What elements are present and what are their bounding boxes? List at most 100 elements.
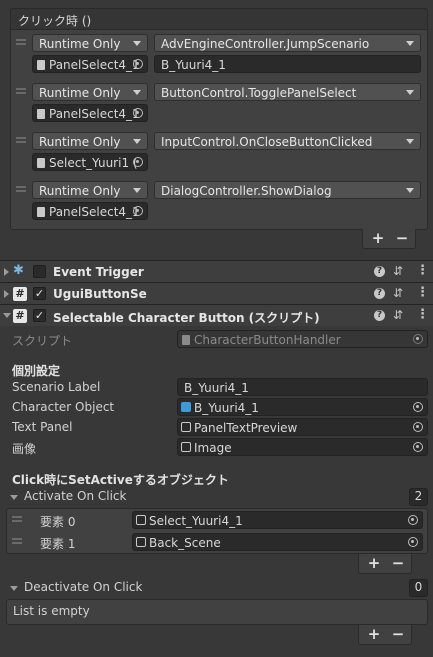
event-add-remove: + − (362, 229, 416, 249)
dropdown-arrow-icon (133, 41, 141, 46)
enable-checkbox[interactable]: ✓ (33, 287, 46, 300)
gameobject-icon (181, 442, 191, 452)
event-header: クリック時 () (10, 8, 428, 30)
enable-checkbox[interactable]: ✓ (33, 309, 46, 322)
gameobject-icon (136, 515, 146, 525)
component-title: UguiButtonSe (53, 287, 147, 301)
menu-icon[interactable]: ⋮ (416, 263, 429, 278)
component-title: Selectable Character Button (スクリプト) (53, 311, 320, 325)
menu-icon[interactable]: ⋮ (416, 307, 429, 322)
foldout-icon[interactable] (4, 290, 9, 298)
presets-icon[interactable]: ⇵ (393, 286, 403, 300)
dropdown-arrow-icon (133, 188, 141, 193)
drag-handle-icon[interactable] (12, 516, 22, 522)
function-dropdown[interactable]: AdvEngineController.JumpScenario (154, 34, 421, 52)
menu-icon[interactable]: ⋮ (416, 285, 429, 300)
object-picker-icon[interactable] (408, 537, 418, 547)
function-dropdown[interactable]: InputControl.OnCloseButtonClicked (154, 132, 421, 150)
activate-element-field[interactable]: Back_Scene (132, 533, 423, 551)
drag-handle-icon[interactable] (16, 186, 26, 192)
object-picker-icon[interactable] (133, 157, 143, 167)
drag-handle-icon[interactable] (16, 39, 26, 45)
image-field[interactable]: Image (177, 438, 428, 456)
gameobject-icon (37, 158, 45, 168)
activate-count-field[interactable]: 2 (409, 488, 428, 506)
foldout-icon[interactable] (4, 268, 9, 276)
object-picker-icon[interactable] (133, 108, 143, 118)
dropdown-arrow-icon (406, 139, 414, 144)
add-event-button[interactable]: + (370, 229, 386, 247)
dropdown-arrow-icon (406, 41, 414, 46)
foldout-icon[interactable] (10, 586, 18, 591)
script-component-icon: # (13, 309, 27, 323)
presets-icon[interactable]: ⇵ (393, 308, 403, 322)
object-picker-icon[interactable] (133, 206, 143, 216)
runtime-mode-dropdown[interactable]: Runtime Only (32, 181, 148, 199)
script-label: スクリプト (12, 334, 73, 348)
object-picker-icon[interactable] (413, 442, 423, 452)
dropdown-arrow-icon (133, 139, 141, 144)
object-picker-icon[interactable] (413, 402, 423, 412)
object-picker-icon (413, 334, 423, 344)
add-element-button[interactable]: + (366, 625, 382, 643)
target-object-field[interactable]: PanelSelect4_1 (32, 202, 148, 220)
function-dropdown[interactable]: DialogController.ShowDialog (154, 181, 421, 199)
prefab-icon (181, 402, 191, 412)
runtime-mode-dropdown[interactable]: Runtime Only (32, 34, 148, 52)
deactivate-count-field[interactable]: 0 (409, 579, 428, 597)
event-trigger-header[interactable]: ✱ Event Trigger ? ⇵ ⋮ (0, 260, 433, 282)
activate-add-remove: + − (358, 554, 412, 574)
deactivate-add-remove: + − (358, 625, 412, 645)
dropdown-arrow-icon (133, 90, 141, 95)
script-file-icon (182, 335, 190, 345)
drag-handle-icon[interactable] (16, 137, 26, 143)
ugui-button-se-header[interactable]: # ✓ UguiButtonSe ? ⇵ ⋮ (0, 282, 433, 304)
function-dropdown[interactable]: ButtonControl.TogglePanelSelect (154, 83, 421, 101)
section-title: 個別設定 (12, 364, 61, 378)
element-label: 要素 0 (40, 515, 76, 529)
element-label: 要素 1 (40, 537, 76, 551)
text-panel-field[interactable]: PanelTextPreview (177, 418, 428, 436)
help-icon[interactable]: ? (374, 288, 385, 299)
text-panel-label: Text Panel (12, 420, 73, 434)
target-object-field[interactable]: PanelSelect4_1 (32, 55, 148, 73)
foldout-icon[interactable] (3, 313, 11, 318)
help-icon[interactable]: ? (374, 310, 385, 321)
dropdown-arrow-icon (406, 90, 414, 95)
presets-icon[interactable]: ⇵ (393, 264, 403, 278)
runtime-mode-dropdown[interactable]: Runtime Only (32, 83, 148, 101)
component-title: Event Trigger (53, 265, 144, 279)
object-picker-icon[interactable] (408, 515, 418, 525)
add-element-button[interactable]: + (366, 554, 382, 572)
deactivate-on-click-label[interactable]: Deactivate On Click (24, 580, 142, 594)
remove-element-button[interactable]: − (390, 625, 406, 643)
activate-on-click-label[interactable]: Activate On Click (24, 489, 126, 503)
gameobject-icon (37, 109, 45, 119)
object-picker-icon[interactable] (413, 422, 423, 432)
script-component-icon: # (13, 287, 27, 301)
remove-event-button[interactable]: − (394, 229, 410, 247)
enable-checkbox[interactable] (33, 265, 46, 278)
image-label: 画像 (12, 442, 37, 456)
foldout-icon[interactable] (10, 495, 18, 500)
dropdown-arrow-icon (406, 188, 414, 193)
target-object-field[interactable]: Select_Yuuri1 ( (32, 153, 148, 171)
event-trigger-icon: ✱ (13, 263, 24, 278)
character-object-field[interactable]: B_Yuuri4_1 (177, 398, 428, 416)
object-picker-icon[interactable] (133, 59, 143, 69)
activate-element-field[interactable]: Select_Yuuri4_1 (132, 511, 423, 529)
help-icon[interactable]: ? (374, 266, 385, 277)
empty-list-text: List is empty (13, 604, 90, 618)
string-argument-field[interactable]: B_Yuuri4_1 (154, 55, 421, 73)
target-object-field[interactable]: PanelSelect4_1 (32, 104, 148, 122)
gameobject-icon (37, 207, 45, 217)
drag-handle-icon[interactable] (12, 538, 22, 544)
click-section-title: Click時にSetActiveするオブジェクト (12, 473, 229, 487)
character-object-label: Character Object (12, 400, 115, 414)
remove-element-button[interactable]: − (390, 554, 406, 572)
runtime-mode-dropdown[interactable]: Runtime Only (32, 132, 148, 150)
gameobject-icon (136, 537, 146, 547)
scenario-label-input[interactable]: B_Yuuri4_1 (177, 378, 428, 396)
drag-handle-icon[interactable] (16, 88, 26, 94)
selectable-character-button-header[interactable]: # ✓ Selectable Character Button (スクリプト) … (0, 304, 433, 326)
